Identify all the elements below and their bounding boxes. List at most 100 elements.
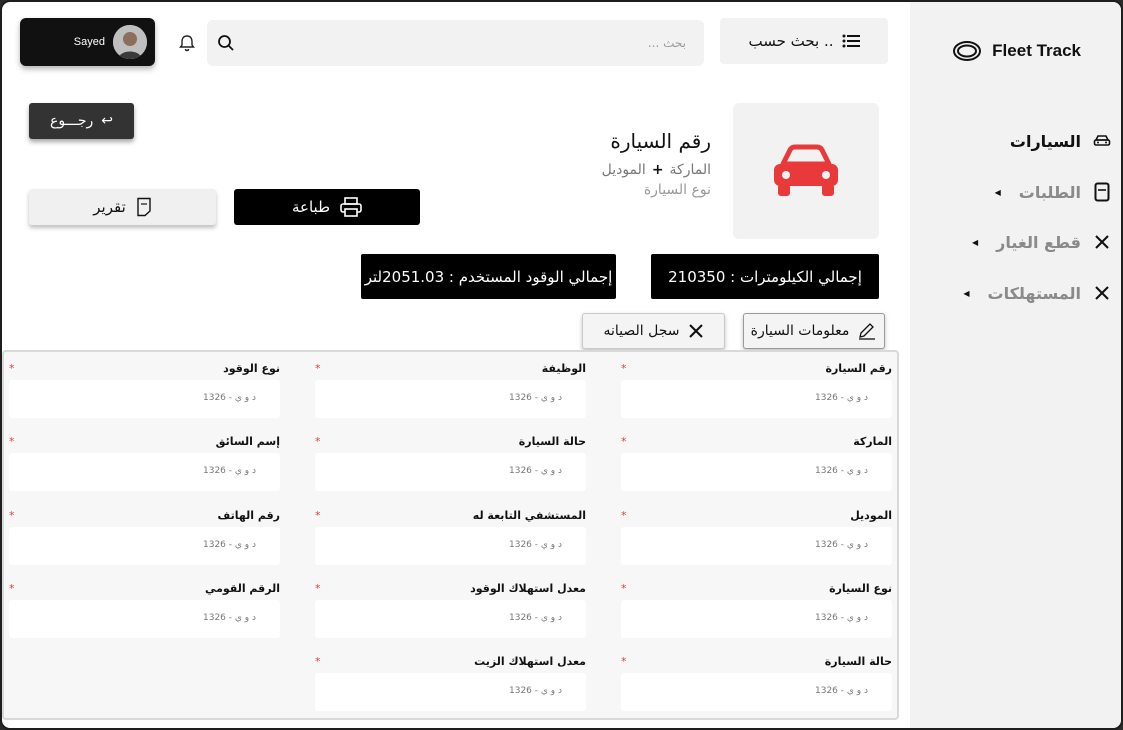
search-bar [207, 20, 704, 66]
required-mark: * [621, 582, 627, 595]
tab-car-info[interactable]: معلومات السيارة [743, 313, 885, 349]
field-input[interactable]: د و ي - 1326 [9, 600, 280, 638]
field-label: إسم السائق [215, 435, 280, 448]
report-button[interactable]: تقرير [29, 189, 216, 225]
report-icon [137, 197, 151, 217]
field-value: د و ي - 1326 [203, 466, 256, 476]
tab-label: معلومات السيارة [750, 323, 850, 339]
required-mark: * [9, 435, 15, 448]
sidebar-item-label: الطلبات [1018, 182, 1081, 202]
sidebar-item-requests[interactable]: ◀ الطلبات [910, 173, 1121, 211]
required-mark: * [621, 655, 627, 668]
user-name: Sayed [73, 36, 105, 48]
field-input[interactable]: د و ي - 1326 [621, 673, 892, 711]
car-brand-model: الماركة + الموديل [602, 162, 711, 178]
required-mark: * [9, 582, 15, 595]
total-km-stat: إجمالي الكيلومترات : 210350 [651, 254, 879, 299]
required-mark: * [9, 362, 15, 375]
sidebar-item-label: قطع الغيار [996, 232, 1081, 252]
field-label: المستشفي التابعة له [472, 509, 586, 522]
required-mark: * [315, 435, 321, 448]
sidebar-item-label: السيارات [1009, 131, 1081, 151]
search-by-label: بحث حسب .. [748, 32, 834, 50]
field-value: د و ي - 1326 [509, 393, 562, 403]
field-label: نوع الوقود [223, 362, 280, 375]
user-menu[interactable]: Sayed [20, 18, 155, 66]
list-icon [842, 34, 860, 48]
field-label: معدل استهلاك الوقود [470, 582, 586, 595]
required-mark: * [315, 509, 321, 522]
field-label: حالة السيارة [518, 435, 586, 448]
field-value: د و ي - 1326 [509, 686, 562, 696]
chevron-left-icon: ◀ [963, 288, 970, 298]
sidebar-item-label: المستهلكات [987, 283, 1081, 303]
tools-icon [1091, 282, 1113, 304]
sidebar-item-consumables[interactable]: ◀ المستهلكات [910, 274, 1121, 312]
document-icon [1091, 181, 1113, 203]
bell-icon[interactable] [177, 33, 197, 53]
car-image [733, 103, 879, 239]
field-input[interactable]: د و ي - 1326 [315, 600, 586, 638]
field-value: د و ي - 1326 [509, 466, 562, 476]
printer-icon [340, 197, 362, 217]
tools-icon [1091, 231, 1113, 253]
field-input[interactable]: د و ي - 1326 [9, 380, 280, 418]
app-window: Fleet Track السيارات ◀ الطلبات ◀ قطع الغ… [0, 0, 1123, 730]
required-mark: * [621, 435, 627, 448]
field-input[interactable]: د و ي - 1326 [621, 380, 892, 418]
search-input[interactable] [266, 33, 686, 53]
search-icon[interactable] [217, 34, 235, 52]
field-input[interactable]: د و ي - 1326 [621, 600, 892, 638]
sidebar-item-spare-parts[interactable]: ◀ قطع الغيار [910, 223, 1121, 261]
brand-name: Fleet Track [992, 41, 1081, 60]
field-input[interactable]: د و ي - 1326 [9, 527, 280, 565]
field-label: الرقم القومي [204, 582, 280, 595]
logo-icon [953, 41, 982, 61]
total-fuel-stat: إجمالي الوقود المستخدم : 2051.03لتر [361, 254, 616, 299]
field-input[interactable]: د و ي - 1326 [621, 453, 892, 491]
car-type: نوع السيارة [643, 182, 711, 198]
car-brand: الماركة [669, 162, 711, 178]
field-label: رقم الهاتف [217, 509, 280, 522]
avatar [113, 25, 147, 59]
sidebar: Fleet Track السيارات ◀ الطلبات ◀ قطع الغ… [910, 2, 1121, 728]
field-input[interactable]: د و ي - 1326 [315, 380, 586, 418]
field-input[interactable]: د و ي - 1326 [315, 453, 586, 491]
arrow-left-icon: ↩ [101, 113, 114, 129]
plus-sign: + [651, 162, 664, 178]
field-value: د و ي - 1326 [203, 540, 256, 550]
back-button[interactable]: رجـــوع ↩ [29, 103, 134, 139]
car-info-form: رقم السيارة * د و ي - 1326 الماركة * د و ي - … [2, 350, 899, 720]
field-input[interactable]: د و ي - 1326 [315, 673, 586, 711]
field-label: الماركة [853, 435, 892, 448]
tab-label: سجل الصيانه [603, 323, 680, 339]
search-by-button[interactable]: بحث حسب .. [720, 18, 888, 64]
field-label: حالة السيارة [824, 655, 892, 668]
field-input[interactable]: د و ي - 1326 [9, 453, 280, 491]
required-mark: * [315, 362, 321, 375]
field-input[interactable]: د و ي - 1326 [315, 527, 586, 565]
field-label: معدل استهلاك الزيت [474, 655, 586, 668]
back-label: رجـــوع [49, 113, 94, 129]
tools-icon [688, 324, 703, 338]
required-mark: * [621, 509, 627, 522]
car-model: الموديل [601, 162, 646, 178]
field-value: د و ي - 1326 [815, 613, 868, 623]
required-mark: * [9, 509, 15, 522]
field-value: د و ي - 1326 [203, 613, 256, 623]
field-value: د و ي - 1326 [815, 686, 868, 696]
required-mark: * [621, 362, 627, 375]
car-icon [1091, 130, 1113, 152]
pencil-icon [859, 323, 876, 340]
field-label: الوظيفة [541, 362, 586, 375]
sidebar-item-cars[interactable]: السيارات [910, 122, 1121, 160]
chevron-left-icon: ◀ [994, 187, 1001, 197]
brand[interactable]: Fleet Track [952, 40, 1081, 62]
field-value: د و ي - 1326 [815, 466, 868, 476]
report-label: تقرير [93, 198, 126, 216]
car-icon [774, 144, 838, 196]
print-button[interactable]: طباعة [234, 189, 420, 225]
tab-maintenance-log[interactable]: سجل الصيانه [582, 313, 725, 349]
field-input[interactable]: د و ي - 1326 [621, 527, 892, 565]
print-label: طباعة [291, 198, 331, 216]
